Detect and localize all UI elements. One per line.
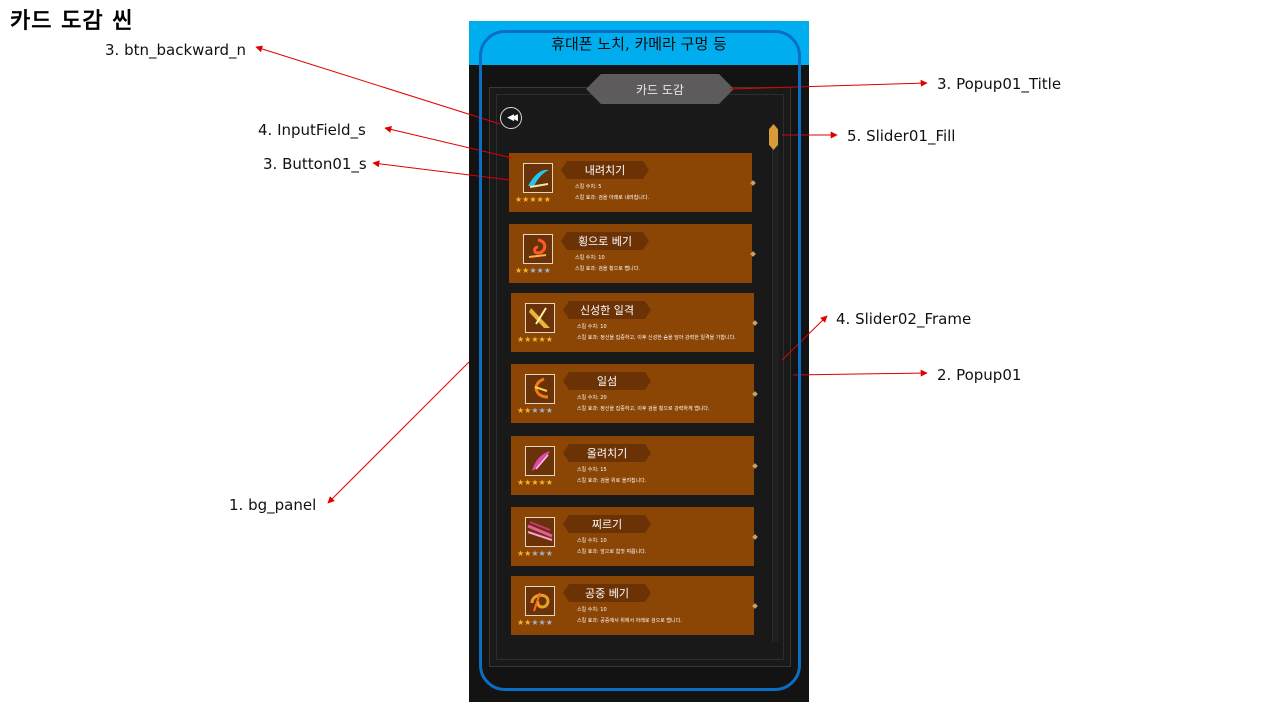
skill-card-title: 횡으로 베기: [561, 232, 649, 250]
spiral-slash-icon: [523, 234, 553, 264]
holy-strike-icon: [525, 303, 555, 333]
popup-title-plate: 카드 도감: [586, 74, 734, 104]
label-popup-title: 3. Popup01_Title: [937, 75, 1062, 93]
star-icon: ★: [531, 406, 539, 415]
skill-card-effect: 스킬 효과: 정신을 집중하고, 이후 신성한 숨을 담아 강력한 일격을 가합…: [577, 335, 736, 341]
back-button[interactable]: ◀◀: [500, 107, 522, 129]
skill-card[interactable]: 일섬스킬 수치: 20 스킬 효과: 정신을 집중하고, 이후 검을 횡으로 강력…: [511, 364, 754, 423]
star-icon: ★: [545, 478, 553, 487]
arrow-popup01: [792, 369, 928, 377]
skill-card-title: 내려치기: [561, 161, 649, 179]
skill-card-rating: ★★★★★: [517, 407, 553, 415]
skill-card-title: 찌르기: [563, 515, 651, 533]
star-icon: ★: [545, 335, 553, 344]
star-icon: ★: [531, 618, 539, 627]
label-slider-frame: 4. Slider02_Frame: [836, 310, 972, 328]
star-icon: ★: [538, 478, 546, 487]
star-icon: ★: [543, 195, 551, 204]
star-icon: ★: [543, 266, 551, 275]
star-icon: ★: [538, 406, 546, 415]
star-icon: ★: [545, 618, 553, 627]
skill-card[interactable]: 신성한 일격스킬 수치: 10 스킬 효과: 정신을 집중하고, 이후 신성한 숨…: [511, 293, 754, 352]
label-popup01: 2. Popup01: [937, 366, 1022, 384]
skill-card-rating: ★★★★★: [515, 267, 551, 275]
skill-card-value: 스킬 수치: 15: [577, 467, 607, 473]
skill-card-effect: 스킬 효과: 검을 횡으로 벱니다.: [575, 266, 640, 272]
star-icon: ★: [531, 549, 539, 558]
star-icon: ★: [538, 549, 546, 558]
flash-slash-icon: [525, 374, 555, 404]
skill-card-rating: ★★★★★: [517, 336, 553, 344]
phone-screen: 휴대폰 노치, 카메라 구멍 등 카드 도감 ◀◀ 내려치기스킬 수치: 5 스킬…: [469, 21, 809, 702]
phone-notch: 휴대폰 노치, 카메라 구멍 등: [469, 21, 809, 65]
skill-card[interactable]: 찌르기스킬 수치: 10 스킬 효과: 앞으로 힘껏 찌릅니다. ★★★★★: [511, 507, 754, 566]
skill-card-effect: 스킬 효과: 정신을 집중하고, 이후 검을 횡으로 강력하게 벱니다.: [577, 406, 710, 412]
star-icon: ★: [536, 195, 544, 204]
skill-card[interactable]: 내려치기스킬 수치: 5 스킬 효과: 검을 아래로 내려칩니다. ★★★★★: [509, 153, 752, 212]
thrust-icon: [525, 517, 555, 547]
skill-card-rating: ★★★★★: [517, 619, 553, 627]
skill-card[interactable]: 공중 베기스킬 수치: 10 스킬 효과: 공중에서 위에서 아래로 검으로 벱니…: [511, 576, 754, 635]
skill-card-effect: 스킬 효과: 앞으로 힘껏 찌릅니다.: [577, 549, 647, 555]
skill-card-effect: 스킬 효과: 검을 아래로 내려칩니다.: [575, 195, 650, 201]
star-icon: ★: [531, 478, 539, 487]
skill-card-effect: 스킬 효과: 공중에서 위에서 아래로 검으로 벱니다.: [577, 618, 682, 624]
slider-frame[interactable]: [772, 132, 779, 642]
label-btn-backward: 3. btn_backward_n: [105, 41, 247, 59]
label-button01: 3. Button01_s: [263, 155, 367, 173]
star-icon: ★: [545, 549, 553, 558]
skill-card-title: 일섬: [563, 372, 651, 390]
skill-card-title: 신성한 일격: [563, 301, 651, 319]
skill-card[interactable]: 횡으로 베기스킬 수치: 10 스킬 효과: 검을 횡으로 벱니다. ★★★★★: [509, 224, 752, 283]
skill-card-rating: ★★★★★: [515, 196, 551, 204]
skill-card[interactable]: 올려치기스킬 수치: 15 스킬 효과: 검을 위로 올려칩니다. ★★★★★: [511, 436, 754, 495]
label-slider-fill: 5. Slider01_Fill: [847, 127, 956, 145]
star-icon: ★: [536, 266, 544, 275]
slider-fill-handle[interactable]: [769, 124, 778, 150]
rewind-icon: ◀◀: [507, 113, 518, 123]
skill-card-title: 올려치기: [563, 444, 651, 462]
star-icon: ★: [531, 335, 539, 344]
label-input-field: 4. InputField_s: [258, 121, 366, 139]
star-icon: ★: [538, 335, 546, 344]
skill-card-value: 스킬 수치: 5: [575, 184, 602, 190]
skill-card-title: 공중 베기: [563, 584, 651, 602]
air-slash-icon: [525, 586, 555, 616]
skill-card-value: 스킬 수치: 20: [577, 395, 607, 401]
upper-slash-icon: [525, 446, 555, 476]
skill-card-effect: 스킬 효과: 검을 위로 올려칩니다.: [577, 478, 647, 484]
skill-card-value: 스킬 수치: 10: [577, 538, 607, 544]
skill-card-value: 스킬 수치: 10: [575, 255, 605, 261]
label-bg-panel: 1. bg_panel: [229, 496, 317, 514]
page-heading: 카드 도감 씬: [10, 9, 134, 34]
star-icon: ★: [545, 406, 553, 415]
popup-title: 카드 도감: [636, 82, 684, 97]
notch-caption: 휴대폰 노치, 카메라 구멍 등: [551, 35, 727, 53]
skill-card-value: 스킬 수치: 10: [577, 607, 607, 613]
arrow-bg-panel: [327, 361, 470, 504]
arrow-btn-backward: [255, 45, 501, 125]
star-icon: ★: [529, 266, 537, 275]
star-icon: ★: [529, 195, 537, 204]
skill-card-rating: ★★★★★: [517, 479, 553, 487]
skill-card-value: 스킬 수치: 10: [577, 324, 607, 330]
skill-card-rating: ★★★★★: [517, 550, 553, 558]
sword-slash-icon: [523, 163, 553, 193]
star-icon: ★: [538, 618, 546, 627]
